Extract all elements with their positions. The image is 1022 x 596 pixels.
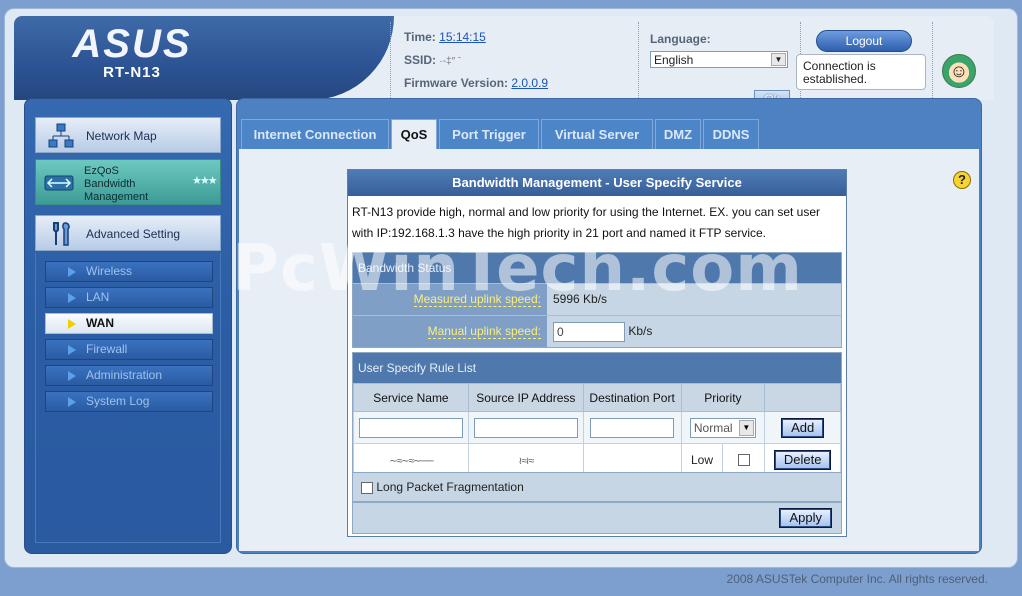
rule-table: Service Name Source IP Address Destinati… [353,383,841,476]
asus-logo: ASUS [72,22,192,66]
delete-button[interactable]: Delete [773,449,832,470]
section-heading: Bandwidth Status [353,253,841,283]
bandwidth-status-section: Bandwidth Status Measured uplink speed: … [352,252,842,348]
rule-list-section: User Specify Rule List Service Name Sour… [352,352,842,476]
sidebar: Network Map EzQoS Bandwidth Management ★… [24,98,232,554]
service-name-input[interactable] [358,417,463,438]
long-packet-checkbox[interactable] [361,481,373,494]
apply-row: Apply [352,502,842,534]
network-map-icon [48,123,74,148]
language-label: Language: [650,32,711,46]
model-name: RT-N13 [103,64,161,81]
measured-uplink-value: 5996 Kb/s [553,292,608,306]
language-block: Language: English ▼ Ok [650,32,790,100]
connection-status: Connection is established. [796,54,926,90]
tab-qos[interactable]: QoS [391,119,437,149]
arrow-right-icon [68,371,76,381]
manual-uplink-input[interactable]: 0 [553,321,625,342]
firmware-label: Firmware Version: [404,76,509,90]
sidebar-item-wan[interactable]: WAN [45,313,213,334]
source-ip-cell: ≀≈≀≈ [518,455,535,467]
arrow-right-icon [68,267,76,277]
sidebar-item-system-log[interactable]: System Log [45,391,213,412]
sidebar-item-lan[interactable]: LAN [45,287,213,308]
sidebar-item-advanced-setting[interactable]: Advanced Setting [35,215,221,251]
tab-dmz[interactable]: DMZ [655,119,701,149]
measured-uplink-label: Measured uplink speed: [413,292,541,307]
separator [932,22,933,98]
tab-virtual-server[interactable]: Virtual Server [541,119,653,149]
column-header: Source IP Address [467,383,584,412]
card-title: Bandwidth Management - User Specify Serv… [348,170,846,196]
column-header: Destination Port [582,383,682,412]
logo-area: ASUS RT-N13 [14,16,394,100]
table-row: ∼≈∼≈∼── ≀≈≀≈ Low Delete [353,443,841,476]
measured-uplink-row: Measured uplink speed: 5996 Kb/s [353,283,841,315]
arrow-right-icon [68,397,76,407]
long-packet-label: Long Packet Fragmentation [376,480,524,494]
arrow-right-icon [68,345,76,355]
add-button[interactable]: Add [781,417,825,438]
arrow-right-icon [68,319,76,329]
destination-port-input[interactable] [590,417,675,438]
sidebar-item-firewall[interactable]: Firewall [45,339,213,360]
stars-icon: ★★★ [192,175,218,187]
table-header-row: Service Name Source IP Address Destinati… [353,383,841,412]
sidebar-item-ezqos[interactable]: EzQoS Bandwidth Management ★★★ [35,159,221,205]
sidebar-item-label: Advanced Setting [86,227,181,241]
sidebar-item-administration[interactable]: Administration [45,365,213,386]
priority-cell: Low [680,443,724,476]
status-info: Time: 15:14:15 SSID: ·‐‡″ ˉ Firmware Ver… [404,30,548,99]
sidebar-item-wireless[interactable]: Wireless [45,261,213,282]
column-header: Service Name [353,383,469,412]
tab-ddns[interactable]: DDNS [703,119,759,149]
time-link[interactable]: 15:14:15 [439,30,486,44]
logout-button[interactable]: Logout [816,30,912,52]
language-select[interactable]: English ▼ [650,51,788,68]
ezqos-icon [44,175,74,191]
time-label: Time: [404,30,436,44]
wrench-icon [53,222,70,246]
long-packet-row: Long Packet Fragmentation [352,472,842,502]
separator [390,22,391,98]
separator [638,22,639,98]
main-panel: Internet Connection QoS Port Trigger Vir… [236,98,982,554]
manual-uplink-label: Manual uplink speed: [427,324,541,339]
card-description: RT-N13 provide high, normal and low prio… [352,205,821,240]
tab-port-trigger[interactable]: Port Trigger [439,119,539,149]
sidebar-item-label: Network Map [86,129,157,143]
row-select-checkbox[interactable] [737,454,750,467]
connection-status-icon: ☺ [942,54,976,88]
chevron-down-icon[interactable]: ▼ [771,53,786,66]
section-heading: User Specify Rule List [353,353,841,383]
manual-uplink-unit: Kb/s [628,324,653,338]
table-row: Normal ▼ Add [353,411,841,444]
column-header: Priority [680,383,766,412]
ssid-label: SSID: [404,53,437,67]
sidebar-item-label: EzQoS Bandwidth Management [84,165,149,203]
chevron-down-icon[interactable]: ▼ [738,419,754,436]
service-name-cell: ∼≈∼≈∼── [389,455,433,467]
priority-select[interactable]: Normal ▼ [689,417,756,438]
footer-copyright: 2008 ASUSTek Computer Inc. All rights re… [726,572,988,586]
firmware-link[interactable]: 2.0.0.9 [511,76,548,90]
arrow-right-icon [68,293,76,303]
language-value: English [654,53,694,67]
help-icon[interactable]: ? [953,171,971,189]
destination-port-cell [582,443,682,476]
source-ip-input[interactable] [473,417,578,438]
ssid-value: ·‐‡″ ˉ [439,56,462,67]
apply-button[interactable]: Apply [779,508,832,528]
tab-internet-connection[interactable]: Internet Connection [241,119,389,149]
bandwidth-card: Bandwidth Management - User Specify Serv… [347,169,847,537]
header: ASUS RT-N13 Time: 15:14:15 SSID: ·‐‡″ ˉ … [14,16,994,100]
manual-uplink-row: Manual uplink speed: 0 Kb/s [353,315,841,347]
sidebar-item-network-map[interactable]: Network Map [35,117,221,153]
